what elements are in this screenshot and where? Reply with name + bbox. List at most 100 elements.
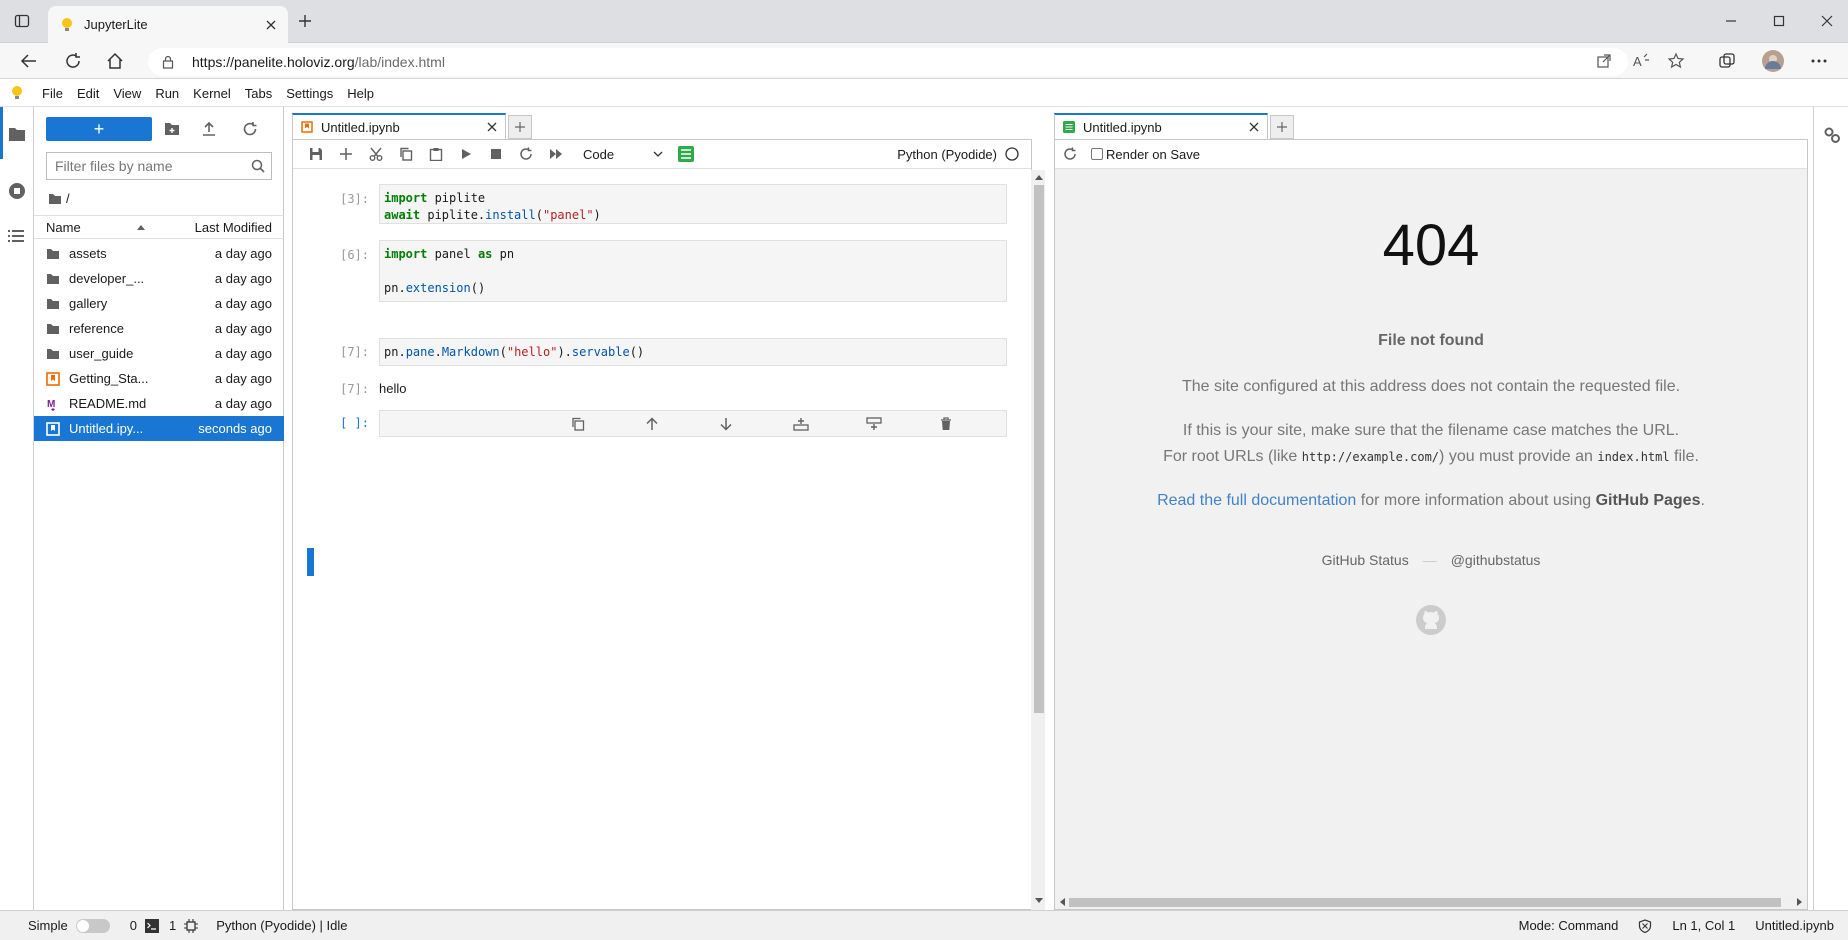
render-on-save-label[interactable]: Render on Save [1106, 147, 1200, 162]
profile-avatar[interactable] [1762, 50, 1784, 72]
code-cell-active[interactable]: [ ]: [293, 410, 1013, 438]
cell-editor[interactable] [379, 410, 1007, 437]
paste-button[interactable] [421, 142, 451, 166]
open-in-app-icon[interactable] [1596, 53, 1612, 69]
restart-run-all-button[interactable] [541, 142, 571, 166]
github-logo-icon[interactable] [1415, 604, 1447, 636]
duplicate-cell-icon[interactable] [571, 383, 629, 465]
refresh-files-icon[interactable] [242, 121, 258, 137]
documentation-link[interactable]: Read the full documentation [1157, 492, 1356, 509]
kernel-status[interactable]: Python (Pyodide) | Idle [216, 918, 347, 933]
window-close-icon[interactable] [1820, 14, 1834, 28]
interrupt-button[interactable] [481, 142, 511, 166]
refresh-icon[interactable] [64, 52, 82, 70]
cut-button[interactable] [361, 142, 391, 166]
file-browser-icon[interactable] [8, 126, 26, 142]
column-name[interactable]: Name [46, 220, 136, 235]
file-row-getting-started[interactable]: Getting_Sta... a day ago [34, 366, 284, 391]
cursor-position[interactable]: Ln 1, Col 1 [1672, 918, 1735, 933]
menu-kernel[interactable]: Kernel [186, 80, 238, 107]
tab-preview[interactable]: Untitled.ipynb [1054, 113, 1268, 139]
lock-icon[interactable] [162, 55, 174, 69]
property-inspector-icon[interactable] [1823, 126, 1841, 144]
run-button[interactable] [451, 142, 481, 166]
sort-ascending-icon[interactable] [136, 223, 146, 231]
terminal-icon[interactable] [144, 918, 159, 933]
copy-button[interactable] [391, 142, 421, 166]
scroll-left-icon[interactable] [1059, 898, 1065, 906]
running-kernels-icon[interactable] [8, 182, 26, 200]
terminals-count[interactable]: 0 [130, 918, 137, 933]
file-row-gallery[interactable]: gallery a day ago [34, 291, 284, 316]
move-up-icon[interactable] [645, 383, 703, 465]
cell-type-select[interactable]: Code [583, 147, 663, 162]
save-button[interactable] [301, 142, 331, 166]
code-cell[interactable]: [7]: pn.pane.Markdown("hello").servable(… [293, 338, 1013, 368]
file-row-reference[interactable]: reference a day ago [34, 316, 284, 341]
menu-run[interactable]: Run [148, 80, 186, 107]
github-status-link[interactable]: GitHub Status [1322, 552, 1409, 568]
preview-scrollbar-thumb[interactable] [1069, 898, 1781, 907]
cell-editor[interactable]: import piplite await piplite.install("pa… [379, 184, 1007, 224]
scroll-up-icon[interactable] [1035, 174, 1043, 180]
table-of-contents-icon[interactable] [8, 229, 26, 243]
kernel-name[interactable]: Python (Pyodide) [897, 147, 997, 162]
trusted-shield-icon[interactable] [1638, 918, 1652, 933]
tab-untitled-notebook[interactable]: Untitled.ipynb [292, 113, 506, 139]
menu-file[interactable]: File [35, 80, 70, 107]
minimize-icon[interactable] [1724, 14, 1738, 28]
reload-preview-icon[interactable] [1063, 147, 1077, 161]
file-row-user-guide[interactable]: user_guide a day ago [34, 341, 284, 366]
menu-edit[interactable]: Edit [70, 80, 106, 107]
panel-preview-button[interactable] [671, 142, 701, 166]
code-cell[interactable]: [6]: import panel as pn pn.extension() [293, 240, 1013, 304]
insert-above-icon[interactable] [792, 383, 851, 465]
menu-tabs[interactable]: Tabs [238, 80, 279, 107]
back-icon[interactable] [20, 53, 38, 69]
githubstatus-link[interactable]: @githubstatus [1451, 552, 1541, 568]
browser-tab-jupyterlite[interactable]: JupyterLite [48, 6, 288, 43]
move-down-icon[interactable] [719, 383, 777, 465]
scroll-right-icon[interactable] [1797, 898, 1803, 906]
menu-view[interactable]: View [106, 80, 148, 107]
collections-icon[interactable] [1718, 52, 1736, 70]
new-tab-icon[interactable] [298, 14, 312, 28]
maximize-icon[interactable] [1772, 14, 1786, 28]
file-row-developer[interactable]: developer_... a day ago [34, 266, 284, 291]
file-row-untitled[interactable]: Untitled.ipy... seconds ago [34, 416, 284, 441]
close-tab-icon[interactable] [487, 122, 497, 132]
url-bar[interactable]: https://panelite.holoviz.org/lab/index.h… [148, 48, 1628, 76]
filter-files-input[interactable]: Filter files by name [46, 152, 272, 180]
file-row-assets[interactable]: assets a day ago [34, 241, 284, 266]
insert-cell-button[interactable] [331, 142, 361, 166]
code-cell[interactable]: [3]: import piplite await piplite.instal… [293, 184, 1013, 224]
column-last-modified[interactable]: Last Modified [195, 220, 272, 235]
tab-actions-icon[interactable] [14, 13, 30, 29]
new-launcher-button[interactable]: + [46, 117, 152, 141]
read-aloud-icon[interactable]: A [1632, 52, 1650, 70]
close-tab-icon[interactable] [1249, 122, 1259, 132]
upload-icon[interactable] [202, 121, 216, 137]
insert-below-icon[interactable] [866, 383, 924, 465]
menu-settings[interactable]: Settings [279, 80, 340, 107]
home-icon[interactable] [106, 52, 124, 70]
render-on-save-checkbox[interactable] [1091, 148, 1103, 160]
new-folder-icon[interactable] [164, 122, 180, 136]
scroll-down-icon[interactable] [1035, 898, 1043, 904]
kernels-count[interactable]: 1 [169, 918, 176, 933]
new-tab-button[interactable] [1270, 115, 1294, 139]
new-tab-button[interactable] [508, 115, 532, 139]
notebook-scrollbar-thumb[interactable] [1034, 185, 1044, 713]
favorite-icon[interactable] [1668, 52, 1686, 70]
cell-editor[interactable]: import panel as pn pn.extension() [379, 240, 1007, 302]
kernel-cpu-icon[interactable] [184, 918, 199, 933]
breadcrumb-root[interactable]: / [66, 191, 70, 206]
simple-mode-toggle[interactable] [75, 918, 110, 933]
delete-cell-icon[interactable] [940, 383, 998, 465]
close-tab-icon[interactable] [266, 20, 276, 30]
menu-help[interactable]: Help [340, 80, 381, 107]
file-row-readme[interactable]: M README.md a day ago [34, 391, 284, 416]
breadcrumb[interactable]: / [48, 191, 70, 206]
restart-button[interactable] [511, 142, 541, 166]
more-options-icon[interactable] [1810, 52, 1828, 70]
